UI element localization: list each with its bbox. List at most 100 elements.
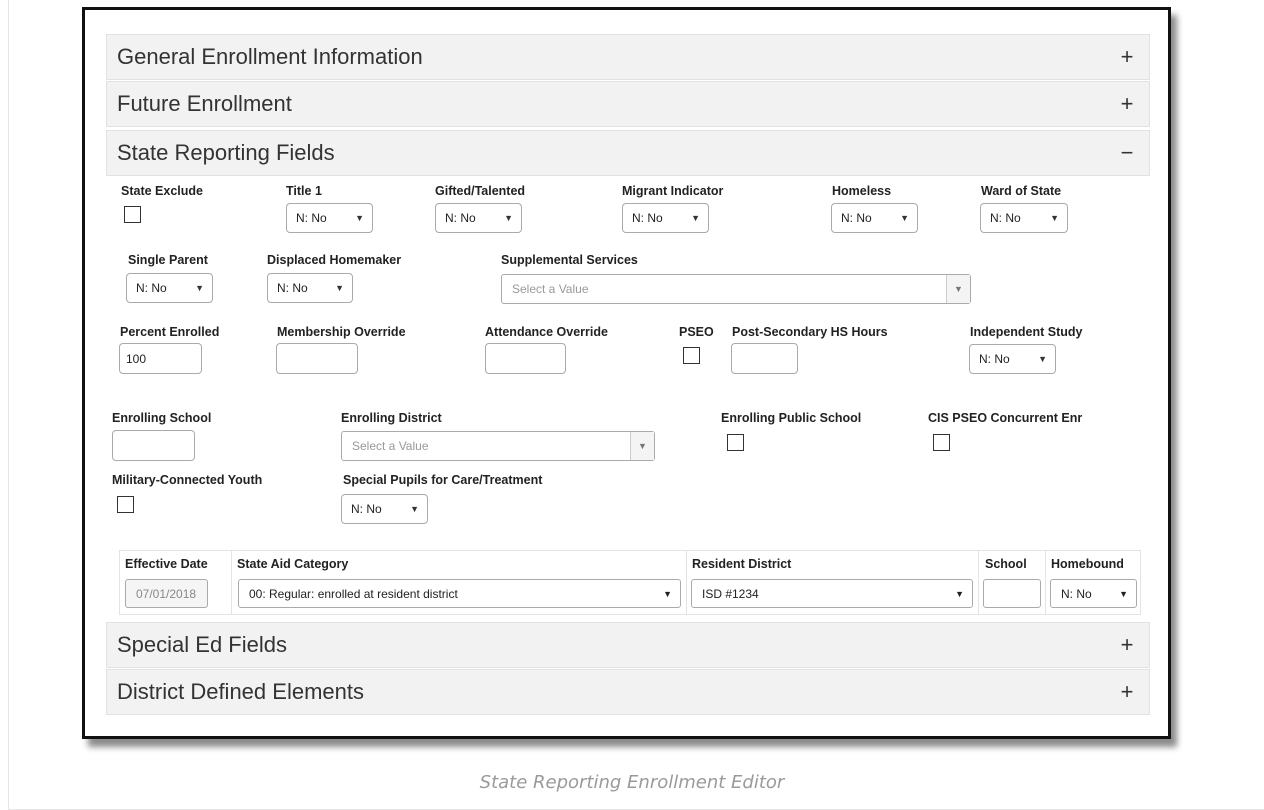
displaced-label: Displaced Homemaker	[267, 253, 402, 267]
dropdown-arrow-icon[interactable]: ▼	[630, 432, 654, 460]
attendance-override-input[interactable]	[485, 343, 566, 374]
special-pupils-label: Special Pupils for Care/Treatment	[343, 473, 543, 487]
collapse-icon[interactable]: −	[1117, 140, 1137, 166]
combobox-placeholder: Select a Value	[352, 439, 429, 453]
select-value: N: No	[632, 211, 663, 225]
grid-column-school: School	[979, 551, 1046, 614]
grid-header: Resident District	[692, 557, 792, 571]
dropdown-arrow-icon: ▼	[691, 213, 700, 223]
title1-label: Title 1	[286, 184, 322, 198]
dropdown-arrow-icon: ▼	[355, 213, 364, 223]
panel-title: District Defined Elements	[117, 679, 364, 704]
grid-column-state-aid: State Aid Category 00: Regular: enrolled…	[232, 551, 687, 614]
select-value: N: No	[296, 211, 327, 225]
pseo-label: PSEO	[679, 325, 714, 339]
single-parent-select[interactable]: N: No ▼	[126, 273, 213, 303]
independent-study-label: Independent Study	[970, 325, 1083, 339]
cis-pseo-label: CIS PSEO Concurrent Enr	[928, 411, 1083, 425]
panel-title: Special Ed Fields	[117, 632, 287, 657]
combobox-placeholder: Select a Value	[512, 282, 589, 296]
migrant-label: Migrant Indicator	[622, 184, 724, 198]
expand-icon[interactable]: +	[1117, 44, 1137, 70]
ward-label: Ward of State	[981, 184, 1062, 198]
grid-column-effective-date: Effective Date 07/01/2018	[120, 551, 232, 614]
dropdown-arrow-icon: ▼	[900, 213, 909, 223]
enrolling-school-label: Enrolling School	[112, 411, 212, 425]
state-exclude-checkbox[interactable]	[124, 206, 141, 223]
gifted-select[interactable]: N: No ▼	[435, 203, 522, 233]
select-value: N: No	[1061, 586, 1092, 601]
grid-header: School	[985, 557, 1027, 571]
panel-district-defined[interactable]: District Defined Elements +	[106, 669, 1150, 715]
supplemental-label: Supplemental Services	[501, 253, 638, 267]
enrolling-public-label: Enrolling Public School	[721, 411, 862, 425]
expand-icon[interactable]: +	[1117, 679, 1137, 705]
enrolling-district-combobox[interactable]: Select a Value ▼	[341, 431, 655, 461]
special-pupils-select[interactable]: N: No ▼	[341, 494, 428, 524]
panel-special-ed[interactable]: Special Ed Fields +	[106, 622, 1150, 668]
dropdown-arrow-icon[interactable]: ▼	[946, 275, 970, 303]
panel-state-reporting[interactable]: State Reporting Fields −	[106, 130, 1150, 176]
state-exclude-label: State Exclude	[121, 184, 203, 198]
migrant-select[interactable]: N: No ▼	[622, 203, 709, 233]
enrolling-school-input[interactable]	[112, 430, 195, 461]
enrolling-district-label: Enrolling District	[341, 411, 442, 425]
state-aid-select[interactable]: 00: Regular: enrolled at resident distri…	[238, 579, 681, 608]
supplemental-combobox[interactable]: Select a Value ▼	[501, 274, 971, 304]
panel-general-enrollment[interactable]: General Enrollment Information +	[106, 34, 1150, 80]
military-label: Military-Connected Youth	[112, 473, 263, 487]
homebound-select[interactable]: N: No ▼	[1050, 579, 1137, 608]
dropdown-arrow-icon: ▼	[335, 283, 344, 293]
select-value: N: No	[351, 502, 382, 516]
dropdown-arrow-icon: ▼	[663, 588, 672, 599]
homeless-select[interactable]: N: No ▼	[831, 203, 918, 233]
grid-header: State Aid Category	[237, 557, 349, 571]
select-value: 00: Regular: enrolled at resident distri…	[249, 586, 458, 601]
attendance-override-label: Attendance Override	[485, 325, 608, 339]
select-value: N: No	[445, 211, 476, 225]
figure-caption: State Reporting Enrollment Editor	[479, 772, 785, 793]
dropdown-arrow-icon: ▼	[195, 283, 204, 293]
title1-select[interactable]: N: No ▼	[286, 203, 373, 233]
select-value: N: No	[990, 211, 1021, 225]
percent-enrolled-label: Percent Enrolled	[120, 325, 220, 339]
panel-title: Future Enrollment	[117, 91, 292, 116]
dropdown-arrow-icon: ▼	[1050, 213, 1059, 223]
grid-header: Effective Date	[125, 557, 208, 571]
select-value: N: No	[841, 211, 872, 225]
ward-select[interactable]: N: No ▼	[980, 203, 1068, 233]
military-checkbox[interactable]	[117, 496, 134, 513]
post-secondary-label: Post-Secondary HS Hours	[732, 325, 888, 339]
dropdown-arrow-icon: ▼	[504, 213, 513, 223]
gifted-label: Gifted/Talented	[435, 184, 526, 198]
enrollment-grid: Effective Date 07/01/2018 State Aid Cate…	[119, 550, 1141, 615]
panel-future-enrollment[interactable]: Future Enrollment +	[106, 81, 1150, 127]
displaced-select[interactable]: N: No ▼	[267, 273, 353, 303]
percent-enrolled-input[interactable]: 100	[119, 343, 202, 374]
pseo-checkbox[interactable]	[683, 347, 700, 364]
grid-column-homebound: Homebound N: No ▼	[1046, 551, 1142, 614]
membership-override-input[interactable]	[276, 343, 358, 374]
post-secondary-input[interactable]	[731, 343, 798, 374]
dropdown-arrow-icon: ▼	[1119, 588, 1128, 599]
cis-pseo-checkbox[interactable]	[933, 434, 950, 451]
dropdown-arrow-icon: ▼	[410, 504, 419, 514]
single-parent-label: Single Parent	[128, 253, 208, 267]
grid-header: Homebound	[1051, 557, 1124, 571]
dropdown-arrow-icon: ▼	[1038, 354, 1047, 364]
panel-title: General Enrollment Information	[117, 44, 423, 69]
select-value: ISD #1234	[702, 586, 759, 601]
grid-column-resident-district: Resident District ISD #1234 ▼	[687, 551, 979, 614]
resident-district-select[interactable]: ISD #1234 ▼	[691, 579, 973, 608]
membership-override-label: Membership Override	[277, 325, 406, 339]
dropdown-arrow-icon: ▼	[955, 588, 964, 599]
homeless-label: Homeless	[832, 184, 892, 198]
enrolling-public-checkbox[interactable]	[727, 434, 744, 451]
effective-date-input: 07/01/2018	[125, 579, 208, 608]
expand-icon[interactable]: +	[1117, 632, 1137, 658]
school-input[interactable]	[983, 579, 1041, 608]
expand-icon[interactable]: +	[1117, 91, 1137, 117]
select-value: N: No	[136, 281, 167, 295]
panel-title: State Reporting Fields	[117, 140, 335, 165]
independent-study-select[interactable]: N: No ▼	[969, 344, 1056, 374]
